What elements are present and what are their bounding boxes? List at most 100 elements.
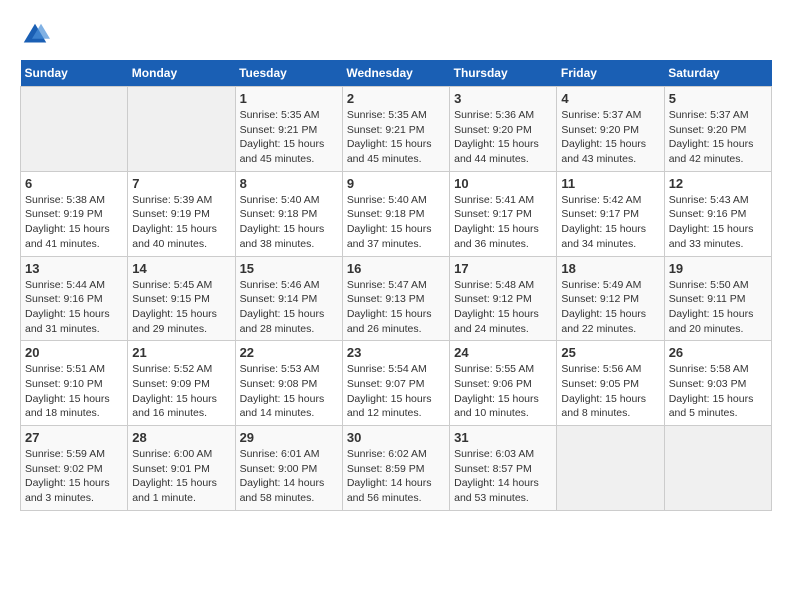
calendar-cell: 4 Sunrise: 5:37 AM Sunset: 9:20 PM Daylig… xyxy=(557,87,664,172)
day-info: Sunrise: 5:42 AM Sunset: 9:17 PM Dayligh… xyxy=(561,193,659,252)
day-info: Sunrise: 5:55 AM Sunset: 9:06 PM Dayligh… xyxy=(454,362,552,421)
calendar-cell: 1 Sunrise: 5:35 AM Sunset: 9:21 PM Daylig… xyxy=(235,87,342,172)
calendar-cell: 12Sunrise: 5:43 AM Sunset: 9:16 PM Dayli… xyxy=(664,171,771,256)
calendar-cell: 26 Sunrise: 5:58 AM Sunset: 9:03 PM Dayli… xyxy=(664,341,771,426)
day-number: 11 xyxy=(561,176,659,191)
day-number: 19 xyxy=(669,261,767,276)
day-number: 5 xyxy=(669,91,767,106)
day-info: Sunrise: 5:50 AM Sunset: 9:11 PM Dayligh… xyxy=(669,278,767,337)
day-number: 8 xyxy=(240,176,338,191)
day-number: 4 xyxy=(561,91,659,106)
calendar-cell: 16Sunrise: 5:47 AM Sunset: 9:13 PM Dayli… xyxy=(342,256,449,341)
day-number: 7 xyxy=(132,176,230,191)
day-info: Sunrise: 6:00 AM Sunset: 9:01 PM Dayligh… xyxy=(132,447,230,506)
day-number: 1 xyxy=(240,91,338,106)
calendar-cell: 21 Sunrise: 5:52 AM Sunset: 9:09 PM Dayli… xyxy=(128,341,235,426)
calendar-cell: 13 Sunrise: 5:44 AM Sunset: 9:16 PM Dayli… xyxy=(21,256,128,341)
day-number: 23 xyxy=(347,345,445,360)
day-info: Sunrise: 5:35 AM Sunset: 9:21 PM Dayligh… xyxy=(240,108,338,167)
day-info: Sunrise: 5:37 AM Sunset: 9:20 PM Dayligh… xyxy=(669,108,767,167)
calendar-cell: 10Sunrise: 5:41 AM Sunset: 9:17 PM Dayli… xyxy=(450,171,557,256)
week-row-1: 1 Sunrise: 5:35 AM Sunset: 9:21 PM Daylig… xyxy=(21,87,772,172)
day-info: Sunrise: 5:37 AM Sunset: 9:20 PM Dayligh… xyxy=(561,108,659,167)
calendar-cell: 31Sunrise: 6:03 AM Sunset: 8:57 PM Dayli… xyxy=(450,426,557,511)
day-info: Sunrise: 5:58 AM Sunset: 9:03 PM Dayligh… xyxy=(669,362,767,421)
calendar-cell: 23Sunrise: 5:54 AM Sunset: 9:07 PM Dayli… xyxy=(342,341,449,426)
day-number: 24 xyxy=(454,345,552,360)
day-number: 3 xyxy=(454,91,552,106)
calendar-cell xyxy=(664,426,771,511)
calendar-cell: 7 Sunrise: 5:39 AM Sunset: 9:19 PM Daylig… xyxy=(128,171,235,256)
day-number: 26 xyxy=(669,345,767,360)
day-number: 21 xyxy=(132,345,230,360)
header-day-saturday: Saturday xyxy=(664,60,771,87)
day-number: 20 xyxy=(25,345,123,360)
day-info: Sunrise: 5:49 AM Sunset: 9:12 PM Dayligh… xyxy=(561,278,659,337)
logo-icon xyxy=(20,20,50,50)
calendar-cell: 17Sunrise: 5:48 AM Sunset: 9:12 PM Dayli… xyxy=(450,256,557,341)
week-row-5: 27 Sunrise: 5:59 AM Sunset: 9:02 PM Dayli… xyxy=(21,426,772,511)
day-number: 14 xyxy=(132,261,230,276)
calendar-cell: 28 Sunrise: 6:00 AM Sunset: 9:01 PM Dayli… xyxy=(128,426,235,511)
day-info: Sunrise: 5:36 AM Sunset: 9:20 PM Dayligh… xyxy=(454,108,552,167)
calendar-cell: 15 Sunrise: 5:46 AM Sunset: 9:14 PM Dayli… xyxy=(235,256,342,341)
day-info: Sunrise: 5:46 AM Sunset: 9:14 PM Dayligh… xyxy=(240,278,338,337)
page-header xyxy=(20,20,772,50)
calendar-table: SundayMondayTuesdayWednesdayThursdayFrid… xyxy=(20,60,772,511)
header-row: SundayMondayTuesdayWednesdayThursdayFrid… xyxy=(21,60,772,87)
day-number: 29 xyxy=(240,430,338,445)
logo xyxy=(20,20,54,50)
day-info: Sunrise: 5:40 AM Sunset: 9:18 PM Dayligh… xyxy=(347,193,445,252)
calendar-cell: 30Sunrise: 6:02 AM Sunset: 8:59 PM Dayli… xyxy=(342,426,449,511)
day-number: 13 xyxy=(25,261,123,276)
day-info: Sunrise: 5:52 AM Sunset: 9:09 PM Dayligh… xyxy=(132,362,230,421)
calendar-cell: 8 Sunrise: 5:40 AM Sunset: 9:18 PM Daylig… xyxy=(235,171,342,256)
calendar-cell: 18Sunrise: 5:49 AM Sunset: 9:12 PM Dayli… xyxy=(557,256,664,341)
day-info: Sunrise: 5:35 AM Sunset: 9:21 PM Dayligh… xyxy=(347,108,445,167)
calendar-cell: 24 Sunrise: 5:55 AM Sunset: 9:06 PM Dayli… xyxy=(450,341,557,426)
week-row-3: 13 Sunrise: 5:44 AM Sunset: 9:16 PM Dayli… xyxy=(21,256,772,341)
day-number: 17 xyxy=(454,261,552,276)
day-info: Sunrise: 5:41 AM Sunset: 9:17 PM Dayligh… xyxy=(454,193,552,252)
day-number: 28 xyxy=(132,430,230,445)
header-day-tuesday: Tuesday xyxy=(235,60,342,87)
week-row-2: 6 Sunrise: 5:38 AM Sunset: 9:19 PM Daylig… xyxy=(21,171,772,256)
day-info: Sunrise: 5:44 AM Sunset: 9:16 PM Dayligh… xyxy=(25,278,123,337)
calendar-cell: 27 Sunrise: 5:59 AM Sunset: 9:02 PM Dayli… xyxy=(21,426,128,511)
calendar-cell: 2 Sunrise: 5:35 AM Sunset: 9:21 PM Daylig… xyxy=(342,87,449,172)
calendar-body: 1 Sunrise: 5:35 AM Sunset: 9:21 PM Daylig… xyxy=(21,87,772,511)
day-number: 6 xyxy=(25,176,123,191)
day-number: 22 xyxy=(240,345,338,360)
calendar-cell xyxy=(128,87,235,172)
header-day-sunday: Sunday xyxy=(21,60,128,87)
header-day-monday: Monday xyxy=(128,60,235,87)
calendar-cell: 19 Sunrise: 5:50 AM Sunset: 9:11 PM Dayli… xyxy=(664,256,771,341)
calendar-cell: 11 Sunrise: 5:42 AM Sunset: 9:17 PM Dayli… xyxy=(557,171,664,256)
day-info: Sunrise: 6:01 AM Sunset: 9:00 PM Dayligh… xyxy=(240,447,338,506)
day-info: Sunrise: 5:43 AM Sunset: 9:16 PM Dayligh… xyxy=(669,193,767,252)
day-number: 9 xyxy=(347,176,445,191)
day-info: Sunrise: 5:38 AM Sunset: 9:19 PM Dayligh… xyxy=(25,193,123,252)
day-number: 15 xyxy=(240,261,338,276)
calendar-cell: 22 Sunrise: 5:53 AM Sunset: 9:08 PM Dayli… xyxy=(235,341,342,426)
day-number: 31 xyxy=(454,430,552,445)
day-number: 2 xyxy=(347,91,445,106)
day-info: Sunrise: 5:53 AM Sunset: 9:08 PM Dayligh… xyxy=(240,362,338,421)
header-day-friday: Friday xyxy=(557,60,664,87)
day-info: Sunrise: 5:39 AM Sunset: 9:19 PM Dayligh… xyxy=(132,193,230,252)
calendar-cell: 20 Sunrise: 5:51 AM Sunset: 9:10 PM Dayli… xyxy=(21,341,128,426)
calendar-cell: 9 Sunrise: 5:40 AM Sunset: 9:18 PM Daylig… xyxy=(342,171,449,256)
day-info: Sunrise: 5:51 AM Sunset: 9:10 PM Dayligh… xyxy=(25,362,123,421)
calendar-cell xyxy=(21,87,128,172)
day-info: Sunrise: 5:45 AM Sunset: 9:15 PM Dayligh… xyxy=(132,278,230,337)
day-info: Sunrise: 5:59 AM Sunset: 9:02 PM Dayligh… xyxy=(25,447,123,506)
calendar-cell: 25Sunrise: 5:56 AM Sunset: 9:05 PM Dayli… xyxy=(557,341,664,426)
day-info: Sunrise: 5:40 AM Sunset: 9:18 PM Dayligh… xyxy=(240,193,338,252)
day-number: 27 xyxy=(25,430,123,445)
day-number: 30 xyxy=(347,430,445,445)
calendar-cell: 3 Sunrise: 5:36 AM Sunset: 9:20 PM Daylig… xyxy=(450,87,557,172)
calendar-cell: 5 Sunrise: 5:37 AM Sunset: 9:20 PM Daylig… xyxy=(664,87,771,172)
calendar-cell: 14 Sunrise: 5:45 AM Sunset: 9:15 PM Dayli… xyxy=(128,256,235,341)
header-day-wednesday: Wednesday xyxy=(342,60,449,87)
day-number: 16 xyxy=(347,261,445,276)
